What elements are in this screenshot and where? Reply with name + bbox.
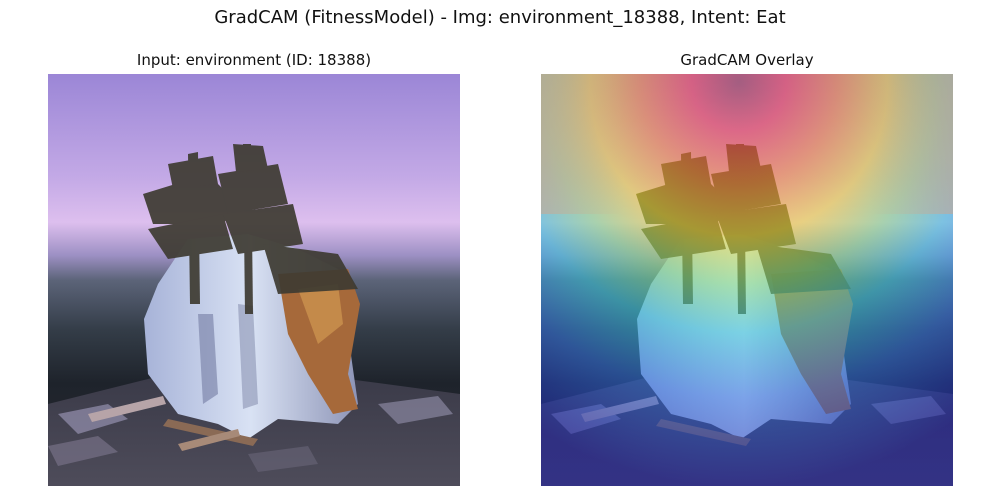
input-image [48, 74, 460, 486]
gradcam-panel: GradCAM Overlay [541, 50, 953, 486]
input-panel: Input: environment (ID: 18388) [48, 50, 460, 486]
input-panel-title: Input: environment (ID: 18388) [136, 51, 372, 69]
input-image-drawing [48, 74, 460, 486]
gradcam-overlay-image [541, 74, 953, 486]
figure-suptitle: GradCAM (FitnessModel) - Img: environmen… [214, 7, 786, 28]
gradcam-overlay-drawing [541, 74, 953, 486]
gradcam-panel-title: GradCAM Overlay [680, 51, 814, 69]
